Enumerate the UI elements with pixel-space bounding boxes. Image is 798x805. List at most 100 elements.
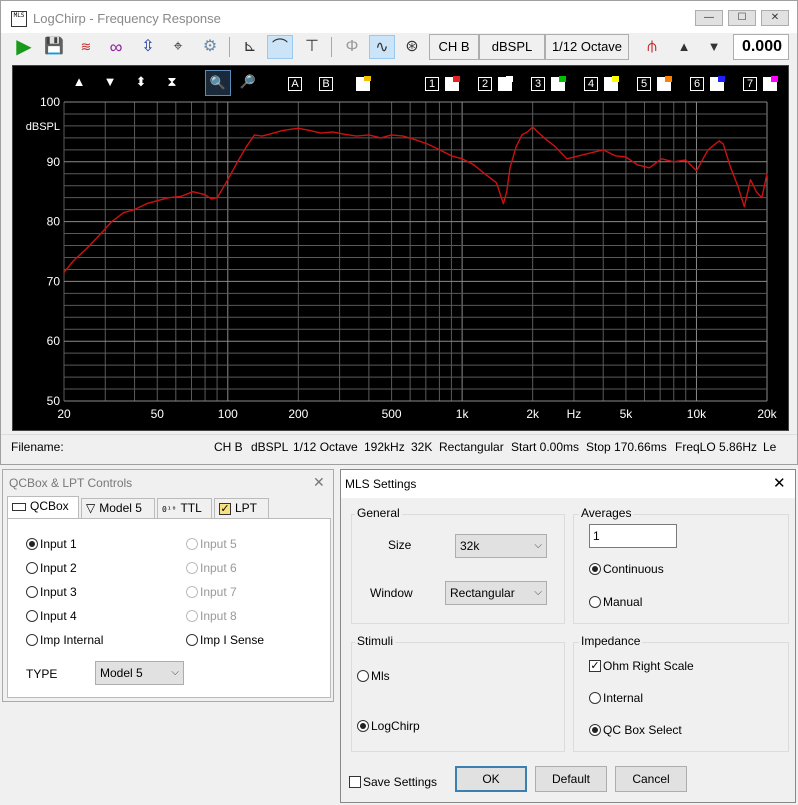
- mls-close-icon[interactable]: ✕: [773, 474, 786, 492]
- status-smoothing: 1/12 Octave: [293, 440, 358, 454]
- cancel-button[interactable]: Cancel: [615, 766, 687, 792]
- qcbox-close-icon[interactable]: ✕: [313, 474, 325, 491]
- window-title: LogChirp - Frequency Response: [33, 11, 221, 26]
- status-channel: CH B: [214, 440, 243, 454]
- x-tick-label: 10k: [687, 407, 707, 421]
- x-tick-label: 50: [151, 407, 165, 421]
- binary-icon: 0¹⁰: [162, 505, 177, 514]
- phase-icon[interactable]: Φ: [339, 35, 365, 59]
- impulse-icon[interactable]: ⊾: [237, 35, 263, 59]
- x-tick-label: 1k: [456, 407, 470, 421]
- radio-imp-i-sense[interactable]: Imp I Sense: [186, 632, 264, 647]
- save-settings-checkbox[interactable]: Save Settings: [349, 774, 437, 789]
- frequency-response-plot: 5060708090100dBSPL20 50 100 200 500 1k 2k Hz 5k 1…: [26, 95, 778, 421]
- radio-input-4[interactable]: Input 4: [26, 608, 77, 623]
- save-icon[interactable]: 💾: [41, 35, 67, 59]
- radio-logchirp[interactable]: LogChirp: [357, 718, 420, 733]
- maximize-button[interactable]: ☐: [728, 10, 756, 26]
- loop-icon[interactable]: ∞: [103, 35, 129, 59]
- gain-up-icon[interactable]: ▲: [671, 35, 697, 59]
- y-axis-label: dBSPL: [26, 121, 60, 133]
- qcbox-tab-icon: [12, 502, 26, 511]
- step-response-icon[interactable]: ⊤: [299, 35, 325, 59]
- mls-title: MLS Settings: [345, 477, 417, 491]
- window-select[interactable]: Rectangular ⌵: [445, 581, 547, 605]
- y-tick-label: 50: [47, 394, 61, 408]
- gain-down-icon[interactable]: ▼: [701, 35, 727, 59]
- marker-icon[interactable]: ⫛: [639, 35, 665, 59]
- radio-internal[interactable]: Internal: [589, 690, 643, 705]
- size-select[interactable]: 32k ⌵: [455, 534, 547, 558]
- chevron-down-icon: ⌵: [534, 587, 542, 598]
- target-icon[interactable]: ⊛: [399, 35, 425, 59]
- mls-settings-dialog: MLS Settings ✕ General Size 32k ⌵ Window …: [340, 469, 796, 803]
- tab-qcbox[interactable]: QCBox: [7, 496, 79, 519]
- status-size: 32K: [411, 440, 433, 454]
- size-select-value: 32k: [460, 539, 480, 553]
- chevron-down-icon: ⌵: [171, 667, 179, 678]
- window-label: Window: [370, 586, 413, 600]
- y-tick-label: 60: [47, 334, 61, 348]
- general-group: [351, 514, 565, 624]
- size-label: Size: [388, 538, 412, 552]
- radio-input-3[interactable]: Input 3: [26, 584, 77, 599]
- play-icon[interactable]: ▶: [11, 35, 37, 59]
- chart-panel: ▲ ▼ ⬍ ⧗ 🔍 🔎 A B 1234567 50 60 70 80 90 100 dBS…: [12, 65, 789, 431]
- smoothing-selector[interactable]: 1/12 Octave: [545, 34, 629, 60]
- qcbox-tab-content: Input 1 Input 2 Input 3 Input 4 Imp Inte…: [7, 518, 331, 698]
- radio-imp-internal[interactable]: Imp Internal: [26, 632, 103, 647]
- x-tick-label: Hz: [567, 407, 582, 421]
- response-curve: [63, 126, 768, 273]
- averages-input[interactable]: [589, 524, 677, 548]
- units-selector[interactable]: dBSPL: [479, 34, 545, 60]
- chevron-down-icon: ⌵: [534, 540, 542, 551]
- minimize-button[interactable]: —: [695, 10, 723, 26]
- tab-qcbox-label: QCBox: [30, 499, 69, 513]
- gear-icon[interactable]: ⚙: [197, 35, 223, 59]
- tab-lpt[interactable]: ✓ LPT: [214, 498, 269, 518]
- tab-model5-label: Model 5: [99, 501, 142, 515]
- radio-input-1[interactable]: Input 1: [26, 536, 77, 551]
- ohm-right-scale-checkbox[interactable]: ✓ Ohm Right Scale: [589, 658, 694, 673]
- type-label: TYPE: [26, 667, 58, 681]
- filename-label: Filename:: [11, 440, 64, 454]
- crosshair-icon[interactable]: ⌖: [165, 35, 191, 59]
- filter-icon[interactable]: ∿: [369, 35, 395, 59]
- radio-mls[interactable]: Mls: [357, 668, 390, 683]
- status-start: Start 0.00ms: [511, 440, 580, 454]
- stimuli-group-title: Stimuli: [355, 634, 396, 648]
- status-units: dBSPL: [251, 440, 289, 454]
- radio-input-8: Input 8: [186, 608, 237, 623]
- type-select[interactable]: Model 5 ⌵: [95, 661, 184, 685]
- radio-manual[interactable]: Manual: [589, 594, 642, 609]
- x-tick-label: 20k: [757, 407, 777, 421]
- ok-button[interactable]: OK: [455, 766, 527, 792]
- status-bar: Filename: CH B dBSPL 1/12 Octave 192kHz …: [1, 434, 797, 458]
- y-tick-label: 90: [47, 155, 61, 169]
- tab-ttl[interactable]: 0¹⁰ TTL: [157, 498, 212, 518]
- qcbox-title: QCBox & LPT Controls: [9, 476, 133, 490]
- radio-qc-box-select[interactable]: QC Box Select: [589, 722, 682, 737]
- radio-continuous[interactable]: Continuous: [589, 561, 664, 576]
- x-tick-label: 5k: [620, 407, 634, 421]
- status-overflow: Le: [763, 440, 777, 454]
- frequency-response-icon[interactable]: ⌒: [267, 35, 293, 59]
- radio-input-2[interactable]: Input 2: [26, 560, 77, 575]
- y-tick-label: 70: [47, 274, 61, 288]
- status-freqlo: FreqLO 5.86Hz: [675, 440, 758, 454]
- impedance-group-title: Impedance: [579, 634, 643, 648]
- default-button[interactable]: Default: [535, 766, 607, 792]
- probe-icon[interactable]: ⇳: [135, 35, 161, 59]
- x-tick-label: 500: [382, 407, 402, 421]
- app-icon: MLS: [11, 11, 27, 27]
- tab-model5[interactable]: ▽ Model 5: [81, 498, 155, 518]
- y-tick-label: 80: [47, 215, 61, 229]
- waveform-icon[interactable]: ≋: [73, 35, 99, 59]
- triangle-icon: ▽: [86, 501, 96, 515]
- tab-lpt-label: LPT: [235, 501, 258, 515]
- main-toolbar: ▶ 💾 ≋ ∞ ⇳ ⌖ ⚙ ⊾ ⌒ ⊤ Φ ∿ ⊛ CH B dBSPL 1/1…: [1, 33, 797, 61]
- status-stop: Stop 170.66ms: [586, 440, 667, 454]
- close-button[interactable]: ✕: [761, 10, 789, 26]
- channel-selector[interactable]: CH B: [429, 34, 479, 60]
- x-tick-label: 100: [218, 407, 238, 421]
